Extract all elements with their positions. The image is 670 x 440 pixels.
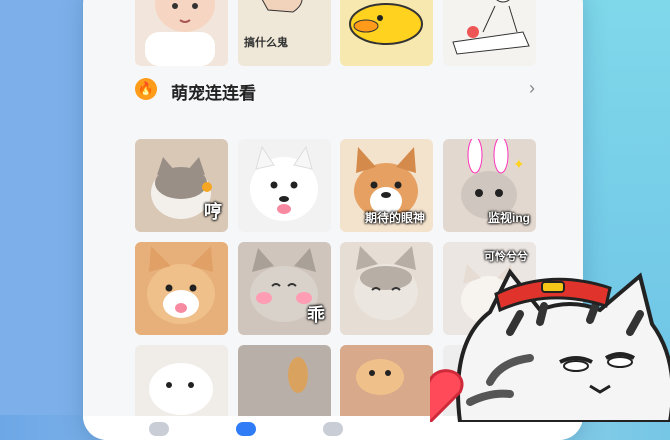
tab-icon-active[interactable] [236, 422, 256, 436]
sketch-sticker-image [452, 0, 530, 55]
cartoon-cat-sticker [430, 268, 670, 422]
dog-sticker-image [250, 145, 318, 221]
sticker-tile[interactable] [135, 242, 228, 335]
sticker-tile[interactable]: ✦ 监视ing [443, 139, 536, 232]
fire-icon: 🔥 [135, 78, 157, 100]
section-header[interactable]: 🔥 萌宠连连看 › [135, 76, 535, 106]
baby-sticker-image [145, 0, 215, 66]
sticker-caption: 监视ing [488, 211, 530, 225]
sticker-tile[interactable]: 乖 [238, 242, 331, 335]
chevron-right-icon[interactable]: › [529, 78, 535, 99]
grey-cat-sticker-image [354, 246, 418, 320]
section-title: 萌宠连连看 [171, 84, 256, 103]
tab-icon-home[interactable] [149, 422, 169, 436]
duck-sticker-image [349, 3, 423, 45]
sticker-tile[interactable] [238, 139, 331, 232]
hand-sticker-image [261, 0, 303, 13]
sticker-tile[interactable]: 哼 [135, 139, 228, 232]
sticker-tile-top-3[interactable] [340, 0, 433, 66]
tab-icon-profile[interactable] [323, 422, 343, 436]
sticker-tile[interactable]: 期待的眼神 [340, 139, 433, 232]
sticker-caption: 乖 [307, 305, 325, 325]
sticker-caption: 期待的眼神 [364, 211, 425, 225]
sticker-tile[interactable] [340, 242, 433, 335]
svg-text:✦: ✦ [513, 156, 525, 172]
sticker-tile-top-1[interactable] [135, 0, 228, 66]
sticker-caption: 搞什么鬼 [244, 37, 288, 49]
background-panel-left [0, 0, 82, 415]
sticker-caption: 哼 [204, 202, 222, 222]
shiba-sticker-image [147, 246, 215, 324]
sticker-tile-top-2[interactable]: 搞什么鬼 [238, 0, 331, 66]
sticker-tile-top-4[interactable] [443, 0, 536, 66]
